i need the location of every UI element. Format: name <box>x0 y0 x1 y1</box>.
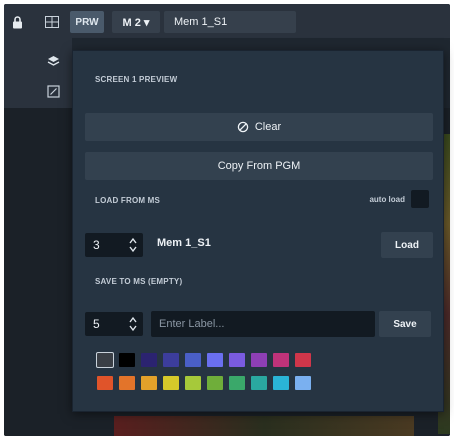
save-number-stepper[interactable]: 5 <box>85 312 143 336</box>
color-swatch[interactable] <box>185 353 201 367</box>
color-swatch[interactable] <box>163 376 179 390</box>
load-button[interactable]: Load <box>381 232 433 258</box>
frame-icon[interactable] <box>46 84 60 98</box>
load-number-stepper[interactable]: 3 <box>85 233 143 257</box>
lock-icon[interactable] <box>8 11 26 33</box>
save-section-label: SAVE TO MS (empty) <box>95 277 183 286</box>
color-swatch[interactable] <box>251 353 267 367</box>
grid-icon[interactable] <box>42 11 62 33</box>
color-swatch[interactable] <box>96 352 114 368</box>
layers-icon[interactable] <box>46 54 60 68</box>
screen-preview-popup: SCREEN 1 PREVIEW Clear Copy From PGM LOA… <box>72 50 444 412</box>
clear-icon <box>237 121 249 133</box>
clear-button[interactable]: Clear <box>85 113 433 141</box>
load-memory-name: Mem 1_S1 <box>157 237 211 249</box>
preview-image-bottom <box>114 416 414 436</box>
load-section-label: LOAD FROM MS <box>95 196 161 205</box>
color-swatch[interactable] <box>229 376 245 390</box>
save-number-value: 5 <box>93 317 100 331</box>
stepper-arrows-icon[interactable] <box>129 316 137 332</box>
color-swatch[interactable] <box>185 376 201 390</box>
clear-label: Clear <box>254 121 282 133</box>
color-swatch[interactable] <box>119 353 135 367</box>
memory-dropdown[interactable]: M 2 ▾ <box>112 11 160 33</box>
color-swatch[interactable] <box>251 376 267 390</box>
label-input[interactable] <box>151 311 375 337</box>
color-swatch[interactable] <box>141 376 157 390</box>
color-swatch[interactable] <box>141 353 157 367</box>
color-swatch[interactable] <box>207 353 223 367</box>
load-number-value: 3 <box>93 238 100 252</box>
color-swatch[interactable] <box>295 376 311 390</box>
color-swatch[interactable] <box>97 376 113 390</box>
color-swatch[interactable] <box>295 353 311 367</box>
color-swatch[interactable] <box>163 353 179 367</box>
color-swatch[interactable] <box>273 353 289 367</box>
color-swatch[interactable] <box>273 376 289 390</box>
memory-name-display: Mem 1_S1 <box>164 11 296 33</box>
top-toolbar: PRW M 2 ▾ Mem 1_S1 <box>4 4 450 38</box>
left-tool-column <box>4 38 72 108</box>
stepper-arrows-icon[interactable] <box>129 237 137 253</box>
color-swatch[interactable] <box>119 376 135 390</box>
copy-from-pgm-button[interactable]: Copy From PGM <box>85 152 433 180</box>
color-swatch[interactable] <box>229 353 245 367</box>
auto-load-label: auto load <box>369 195 405 204</box>
color-swatch[interactable] <box>207 376 223 390</box>
preview-toggle-button[interactable]: PRW <box>70 11 104 33</box>
panel-title: SCREEN 1 PREVIEW <box>95 75 178 84</box>
save-button[interactable]: Save <box>379 311 431 337</box>
auto-load-toggle[interactable] <box>411 190 429 208</box>
